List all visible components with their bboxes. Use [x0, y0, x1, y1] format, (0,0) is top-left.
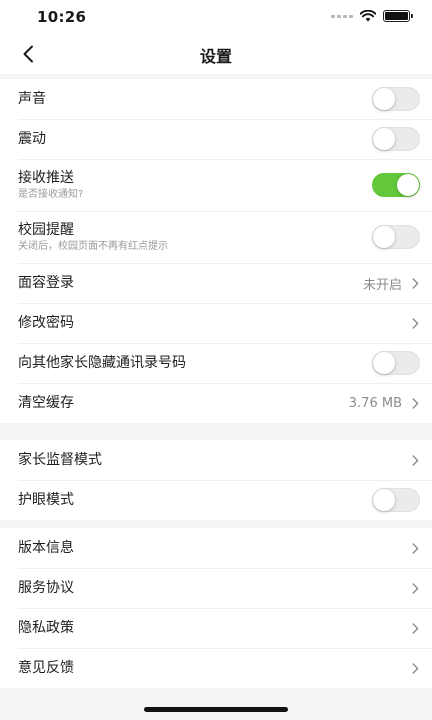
row-texts: 版本信息 [18, 539, 410, 557]
chevron-right-icon [410, 541, 420, 555]
row-label: 清空缓存 [18, 395, 74, 411]
chevron-right-icon [410, 396, 420, 410]
row-texts: 震动 [18, 130, 372, 148]
row-label: 隐私政策 [18, 620, 74, 636]
row-texts: 家长监督模式 [18, 451, 410, 469]
chevron-right-icon [410, 453, 420, 467]
settings-row-vibration[interactable]: 震动 [0, 119, 432, 159]
settings-row-version-info[interactable]: 版本信息 [0, 528, 432, 568]
toggle-knob [373, 128, 395, 150]
settings-group-modes: 家长监督模式 护眼模式 [0, 440, 432, 520]
row-texts: 向其他家长隐藏通讯录号码 [18, 354, 372, 372]
row-texts: 护眼模式 [18, 491, 372, 509]
home-indicator [144, 707, 288, 712]
row-label: 服务协议 [18, 580, 74, 596]
row-label: 意见反馈 [18, 660, 74, 676]
settings-row-change-password[interactable]: 修改密码 [0, 303, 432, 343]
row-label: 接收推送 [18, 169, 74, 186]
push-notifications-toggle[interactable] [372, 173, 420, 197]
row-label: 家长监督模式 [18, 452, 102, 468]
row-texts: 隐私政策 [18, 619, 410, 637]
settings-row-hide-contact-number[interactable]: 向其他家长隐藏通讯录号码 [0, 343, 432, 383]
row-label: 校园提醒 [18, 221, 74, 238]
settings-row-feedback[interactable]: 意见反馈 [0, 648, 432, 688]
battery-icon [383, 10, 413, 22]
row-subtitle: 关闭后，校园页面不再有红点提示 [18, 240, 168, 252]
row-label: 版本信息 [18, 540, 74, 556]
row-texts: 服务协议 [18, 579, 410, 597]
row-texts: 清空缓存 [18, 394, 349, 412]
row-label: 修改密码 [18, 315, 74, 331]
chevron-right-icon [410, 316, 420, 330]
toggle-knob [373, 226, 395, 248]
row-texts: 接收推送是否接收通知? [18, 169, 372, 202]
page-title: 设置 [199, 47, 232, 66]
campus-reminder-toggle[interactable] [372, 225, 420, 249]
hide-contact-number-toggle[interactable] [372, 351, 420, 375]
row-texts: 修改密码 [18, 314, 410, 332]
row-label: 震动 [18, 131, 46, 147]
toggle-knob [397, 174, 419, 196]
chevron-right-icon [410, 276, 420, 290]
row-label: 向其他家长隐藏通讯录号码 [18, 355, 186, 371]
settings-row-push-notifications[interactable]: 接收推送是否接收通知? [0, 159, 432, 211]
row-texts: 校园提醒关闭后，校园页面不再有红点提示 [18, 221, 372, 254]
wifi-icon [360, 10, 376, 22]
chevron-right-icon [410, 581, 420, 595]
row-texts: 面容登录 [18, 274, 363, 292]
vibration-toggle[interactable] [372, 127, 420, 151]
settings-row-privacy-policy[interactable]: 隐私政策 [0, 608, 432, 648]
settings-row-sound[interactable]: 声音 [0, 79, 432, 119]
settings-row-service-agreement[interactable]: 服务协议 [0, 568, 432, 608]
toggle-knob [373, 88, 395, 110]
settings-row-parental-supervision-mode[interactable]: 家长监督模式 [0, 440, 432, 480]
chevron-right-icon [410, 621, 420, 635]
status-indicators [331, 10, 413, 22]
navigation-bar: 设置 [0, 34, 432, 74]
row-value: 3.76 MB [348, 395, 402, 411]
row-value: 未开启 [362, 277, 402, 293]
row-subtitle: 是否接收通知? [18, 188, 84, 200]
row-label: 声音 [18, 91, 46, 107]
settings-row-campus-reminder[interactable]: 校园提醒关闭后，校园页面不再有红点提示 [0, 211, 432, 263]
settings-row-face-login[interactable]: 面容登录 未开启 [0, 263, 432, 303]
status-time: 10:26 [37, 8, 87, 26]
row-label: 面容登录 [18, 275, 74, 291]
eye-protection-mode-toggle[interactable] [372, 488, 420, 512]
row-texts: 意见反馈 [18, 659, 410, 677]
settings-row-eye-protection-mode[interactable]: 护眼模式 [0, 480, 432, 520]
settings-row-clear-cache[interactable]: 清空缓存 3.76 MB [0, 383, 432, 423]
toggle-knob [373, 489, 395, 511]
status-bar: 10:26 [0, 0, 432, 34]
sound-toggle[interactable] [372, 87, 420, 111]
row-texts: 声音 [18, 90, 372, 108]
cellular-signal-icon [331, 14, 353, 18]
settings-group-general: 声音震动接收推送是否接收通知? 校园提醒关闭后，校园页面不再有红点提示面容登录 未开… [0, 79, 432, 423]
chevron-right-icon [410, 661, 420, 675]
settings-group-about: 版本信息服务协议隐私政策意见反馈 [0, 528, 432, 688]
row-label: 护眼模式 [18, 492, 74, 508]
toggle-knob [373, 352, 395, 374]
